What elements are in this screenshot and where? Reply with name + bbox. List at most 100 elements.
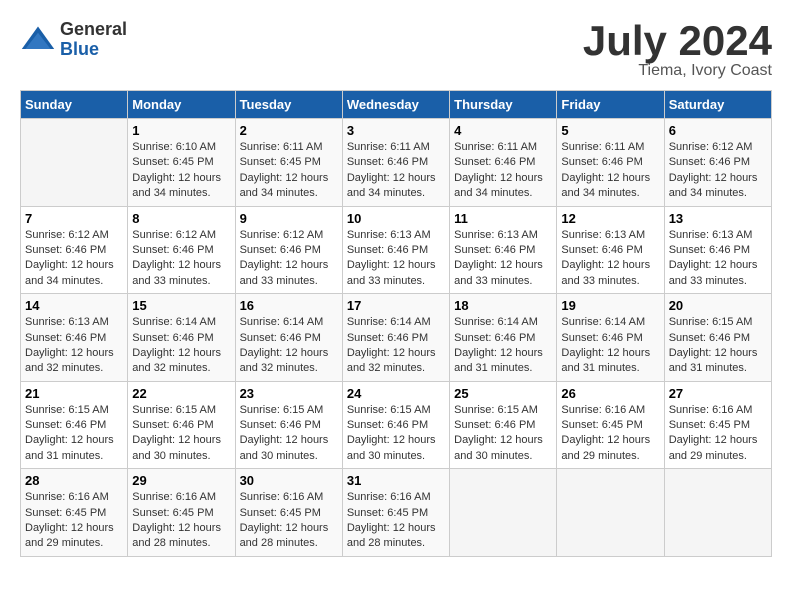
calendar-cell: 24 Sunrise: 6:15 AM Sunset: 6:46 PM Dayli…: [342, 381, 449, 469]
day-info: Sunrise: 6:14 AM Sunset: 6:46 PM Dayligh…: [347, 315, 445, 377]
logo-text: General Blue: [60, 20, 127, 60]
day-number: 12: [561, 211, 659, 226]
day-number: 27: [669, 386, 767, 401]
calendar-cell: 13 Sunrise: 6:13 AM Sunset: 6:46 PM Dayli…: [664, 206, 771, 294]
day-number: 14: [25, 298, 123, 313]
calendar-cell: 15 Sunrise: 6:14 AM Sunset: 6:46 PM Dayli…: [128, 294, 235, 382]
day-info: Sunrise: 6:16 AM Sunset: 6:45 PM Dayligh…: [25, 490, 123, 552]
calendar-cell: 6 Sunrise: 6:12 AM Sunset: 6:46 PM Daylig…: [664, 119, 771, 207]
calendar-cell: 28 Sunrise: 6:16 AM Sunset: 6:45 PM Dayli…: [21, 469, 128, 557]
day-info: Sunrise: 6:16 AM Sunset: 6:45 PM Dayligh…: [561, 403, 659, 465]
day-info: Sunrise: 6:11 AM Sunset: 6:46 PM Dayligh…: [347, 140, 445, 202]
calendar-cell: 11Sunrise: 6:13 AM Sunset: 6:46 PM Dayli…: [450, 206, 557, 294]
calendar-cell: 10 Sunrise: 6:13 AM Sunset: 6:46 PM Dayli…: [342, 206, 449, 294]
calendar-week-row: 28 Sunrise: 6:16 AM Sunset: 6:45 PM Dayli…: [21, 469, 772, 557]
calendar-cell: 16Sunrise: 6:14 AM Sunset: 6:46 PM Dayli…: [235, 294, 342, 382]
day-number: 24: [347, 386, 445, 401]
day-number: 26: [561, 386, 659, 401]
weekday-header: Monday: [128, 91, 235, 119]
calendar-cell: [450, 469, 557, 557]
day-info: Sunrise: 6:16 AM Sunset: 6:45 PM Dayligh…: [132, 490, 230, 552]
calendar-week-row: 14Sunrise: 6:13 AM Sunset: 6:46 PM Dayli…: [21, 294, 772, 382]
weekday-header: Wednesday: [342, 91, 449, 119]
day-number: 13: [669, 211, 767, 226]
day-number: 3: [347, 123, 445, 138]
day-number: 5: [561, 123, 659, 138]
day-number: 11: [454, 211, 552, 226]
day-info: Sunrise: 6:14 AM Sunset: 6:46 PM Dayligh…: [561, 315, 659, 377]
calendar-cell: 27 Sunrise: 6:16 AM Sunset: 6:45 PM Dayli…: [664, 381, 771, 469]
day-info: Sunrise: 6:12 AM Sunset: 6:46 PM Dayligh…: [669, 140, 767, 202]
calendar-cell: 25Sunrise: 6:15 AM Sunset: 6:46 PM Dayli…: [450, 381, 557, 469]
day-number: 7: [25, 211, 123, 226]
day-info: Sunrise: 6:15 AM Sunset: 6:46 PM Dayligh…: [347, 403, 445, 465]
day-number: 9: [240, 211, 338, 226]
day-info: Sunrise: 6:15 AM Sunset: 6:46 PM Dayligh…: [132, 403, 230, 465]
day-number: 6: [669, 123, 767, 138]
calendar-cell: 22 Sunrise: 6:15 AM Sunset: 6:46 PM Dayli…: [128, 381, 235, 469]
day-number: 23: [240, 386, 338, 401]
day-number: 8: [132, 211, 230, 226]
day-info: Sunrise: 6:12 AM Sunset: 6:46 PM Dayligh…: [132, 228, 230, 290]
day-info: Sunrise: 6:13 AM Sunset: 6:46 PM Dayligh…: [669, 228, 767, 290]
day-number: 21: [25, 386, 123, 401]
calendar-cell: 31 Sunrise: 6:16 AM Sunset: 6:45 PM Dayli…: [342, 469, 449, 557]
calendar-cell: 8 Sunrise: 6:12 AM Sunset: 6:46 PM Daylig…: [128, 206, 235, 294]
calendar-cell: 26 Sunrise: 6:16 AM Sunset: 6:45 PM Dayli…: [557, 381, 664, 469]
day-number: 2: [240, 123, 338, 138]
calendar-cell: 19 Sunrise: 6:14 AM Sunset: 6:46 PM Dayli…: [557, 294, 664, 382]
day-number: 15: [132, 298, 230, 313]
day-number: 16: [240, 298, 338, 313]
day-info: Sunrise: 6:13 AM Sunset: 6:46 PM Dayligh…: [561, 228, 659, 290]
day-info: Sunrise: 6:14 AM Sunset: 6:46 PM Dayligh…: [132, 315, 230, 377]
day-info: Sunrise: 6:15 AM Sunset: 6:46 PM Dayligh…: [454, 403, 552, 465]
calendar-cell: 12 Sunrise: 6:13 AM Sunset: 6:46 PM Dayli…: [557, 206, 664, 294]
calendar-cell: 3 Sunrise: 6:11 AM Sunset: 6:46 PM Daylig…: [342, 119, 449, 207]
day-number: 20: [669, 298, 767, 313]
calendar-cell: [557, 469, 664, 557]
calendar-cell: 1 Sunrise: 6:10 AM Sunset: 6:45 PM Daylig…: [128, 119, 235, 207]
calendar-cell: 20 Sunrise: 6:15 AM Sunset: 6:46 PM Dayli…: [664, 294, 771, 382]
day-info: Sunrise: 6:15 AM Sunset: 6:46 PM Dayligh…: [240, 403, 338, 465]
calendar-cell: 30Sunrise: 6:16 AM Sunset: 6:45 PM Dayli…: [235, 469, 342, 557]
day-info: Sunrise: 6:13 AM Sunset: 6:46 PM Dayligh…: [347, 228, 445, 290]
day-info: Sunrise: 6:16 AM Sunset: 6:45 PM Dayligh…: [669, 403, 767, 465]
calendar-table: SundayMondayTuesdayWednesdayThursdayFrid…: [20, 90, 772, 557]
location: Tiema, Ivory Coast: [583, 62, 772, 80]
day-number: 17: [347, 298, 445, 313]
day-info: Sunrise: 6:14 AM Sunset: 6:46 PM Dayligh…: [454, 315, 552, 377]
page-header: General Blue July 2024 Tiema, Ivory Coas…: [20, 20, 772, 80]
calendar-cell: [21, 119, 128, 207]
day-number: 19: [561, 298, 659, 313]
weekday-header-row: SundayMondayTuesdayWednesdayThursdayFrid…: [21, 91, 772, 119]
day-info: Sunrise: 6:12 AM Sunset: 6:46 PM Dayligh…: [25, 228, 123, 290]
calendar-cell: 29 Sunrise: 6:16 AM Sunset: 6:45 PM Dayli…: [128, 469, 235, 557]
calendar-week-row: 21 Sunrise: 6:15 AM Sunset: 6:46 PM Dayli…: [21, 381, 772, 469]
weekday-header: Tuesday: [235, 91, 342, 119]
day-number: 10: [347, 211, 445, 226]
day-info: Sunrise: 6:15 AM Sunset: 6:46 PM Dayligh…: [669, 315, 767, 377]
calendar-week-row: 1 Sunrise: 6:10 AM Sunset: 6:45 PM Daylig…: [21, 119, 772, 207]
day-info: Sunrise: 6:16 AM Sunset: 6:45 PM Dayligh…: [347, 490, 445, 552]
weekday-header: Saturday: [664, 91, 771, 119]
day-number: 18: [454, 298, 552, 313]
weekday-header: Friday: [557, 91, 664, 119]
month-title: July 2024: [583, 20, 772, 62]
logo: General Blue: [20, 20, 127, 60]
day-info: Sunrise: 6:10 AM Sunset: 6:45 PM Dayligh…: [132, 140, 230, 202]
day-number: 1: [132, 123, 230, 138]
day-number: 31: [347, 473, 445, 488]
day-info: Sunrise: 6:11 AM Sunset: 6:45 PM Dayligh…: [240, 140, 338, 202]
calendar-cell: 7 Sunrise: 6:12 AM Sunset: 6:46 PM Daylig…: [21, 206, 128, 294]
weekday-header: Sunday: [21, 91, 128, 119]
calendar-cell: 2 Sunrise: 6:11 AM Sunset: 6:45 PM Daylig…: [235, 119, 342, 207]
title-block: July 2024 Tiema, Ivory Coast: [583, 20, 772, 80]
calendar-cell: 21Sunrise: 6:15 AM Sunset: 6:46 PM Dayli…: [21, 381, 128, 469]
calendar-cell: 9Sunrise: 6:12 AM Sunset: 6:46 PM Daylig…: [235, 206, 342, 294]
day-number: 22: [132, 386, 230, 401]
day-info: Sunrise: 6:11 AM Sunset: 6:46 PM Dayligh…: [561, 140, 659, 202]
day-number: 28: [25, 473, 123, 488]
weekday-header: Thursday: [450, 91, 557, 119]
calendar-cell: 5 Sunrise: 6:11 AM Sunset: 6:46 PM Daylig…: [557, 119, 664, 207]
day-number: 29: [132, 473, 230, 488]
